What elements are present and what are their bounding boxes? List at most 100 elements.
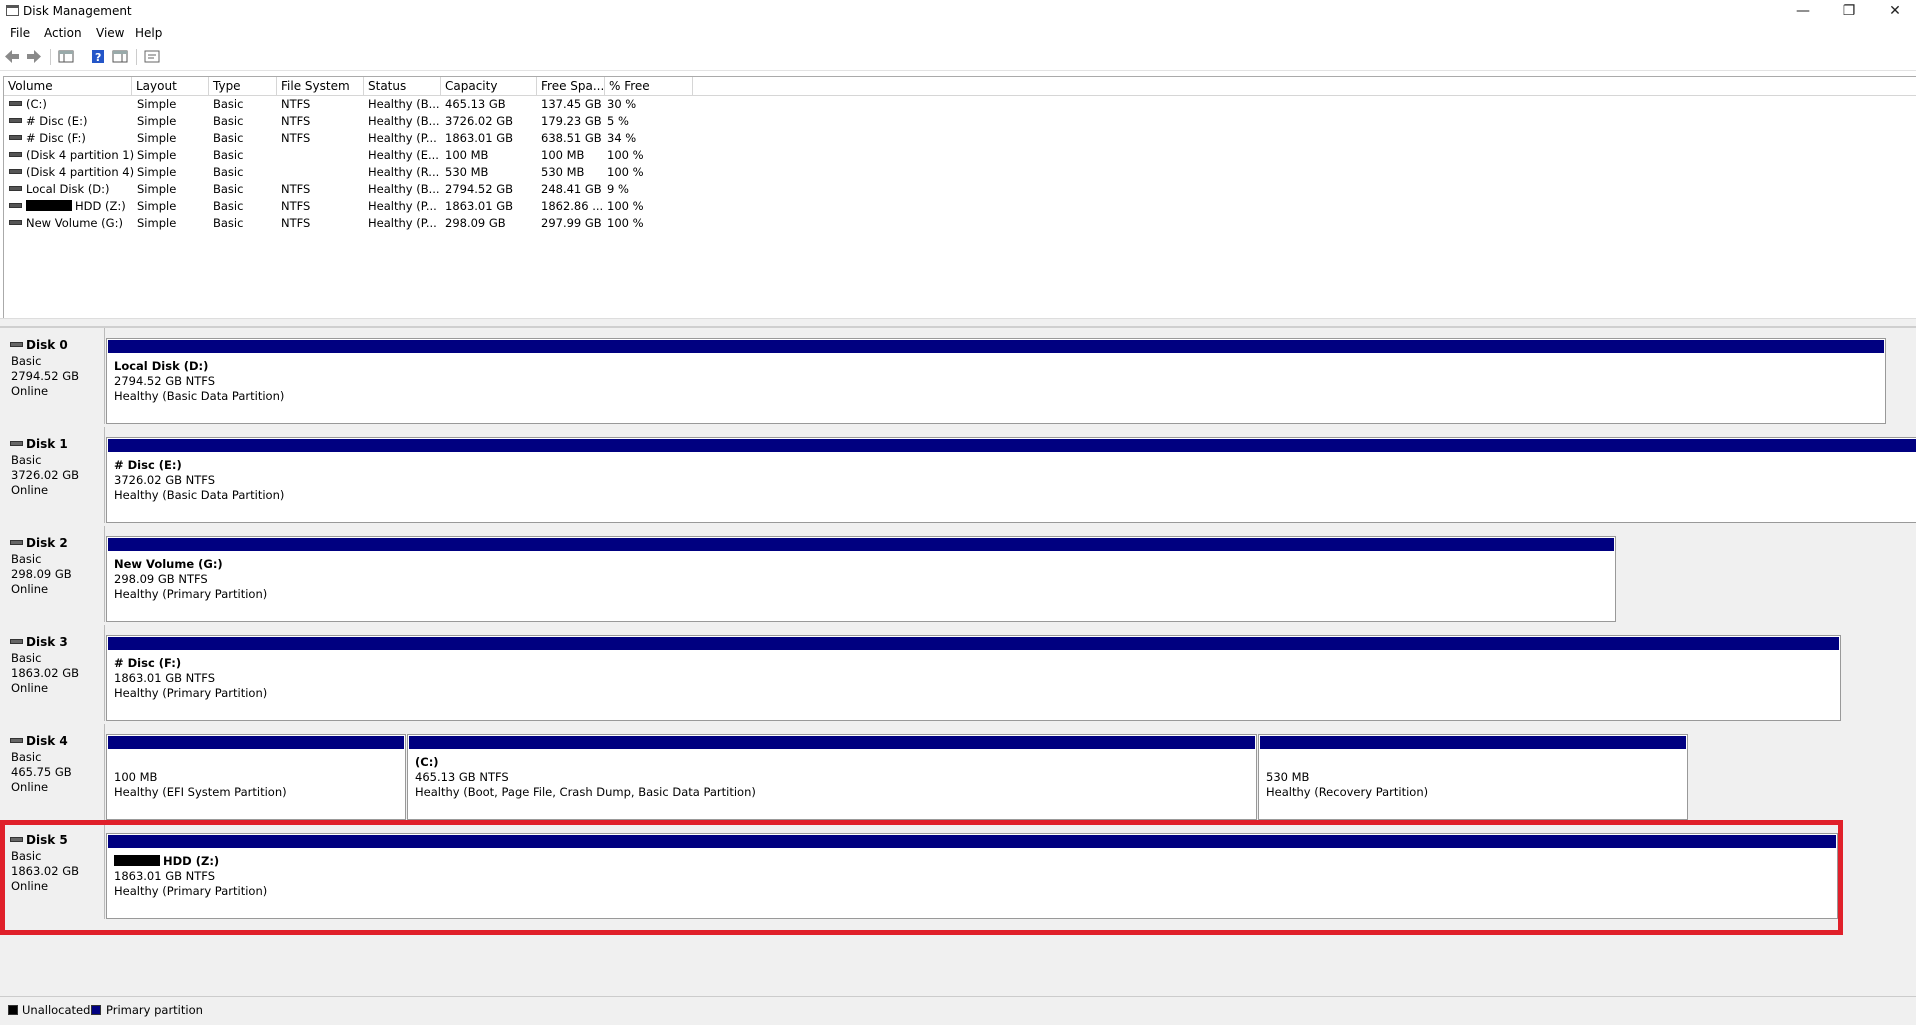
volume-name: (Disk 4 partition 1) bbox=[26, 148, 135, 162]
console-tree-icon[interactable] bbox=[58, 49, 74, 64]
partition-block[interactable]: HDD (Z:) 1863.01 GB NTFS Healthy (Primary … bbox=[106, 833, 1838, 919]
settings-icon[interactable] bbox=[144, 49, 160, 64]
disk-type: Basic bbox=[11, 354, 42, 368]
close-button[interactable]: ✕ bbox=[1872, 0, 1916, 24]
restore-button[interactable]: ❐ bbox=[1826, 0, 1872, 24]
toolbar-separator bbox=[136, 49, 137, 65]
column-status[interactable]: Status bbox=[364, 77, 441, 95]
cell-free-space: 297.99 GB bbox=[541, 216, 602, 230]
cell-file-system: NTFS bbox=[281, 131, 311, 145]
cell-free-space: 179.23 GB bbox=[541, 114, 602, 128]
partition-name-text: Local Disk (D:) bbox=[114, 359, 209, 373]
column-percent-free[interactable]: % Free bbox=[605, 77, 693, 95]
volume-list-scrollbar[interactable] bbox=[0, 318, 1916, 326]
disk-label[interactable]: Disk 2 Basic 298.09 GB Online bbox=[4, 526, 105, 622]
partition-type-bar bbox=[108, 637, 1839, 650]
disk-label[interactable]: Disk 0 Basic 2794.52 GB Online bbox=[4, 328, 105, 424]
disk-type: Basic bbox=[11, 651, 42, 665]
cell-file-system: NTFS bbox=[281, 114, 311, 128]
partition-name-text: # Disc (F:) bbox=[114, 656, 182, 670]
table-row[interactable]: (Disk 4 partition 4) Simple Basic Healthy (… bbox=[4, 164, 1916, 181]
cell-layout: Simple bbox=[137, 114, 177, 128]
disk-name: Disk 0 bbox=[10, 338, 68, 352]
cell-file-system: NTFS bbox=[281, 97, 311, 111]
toolbar-separator bbox=[50, 49, 51, 65]
menu-view[interactable]: View bbox=[96, 26, 124, 40]
disk-type: Basic bbox=[11, 552, 42, 566]
column-type[interactable]: Type bbox=[209, 77, 277, 95]
cell-type: Basic bbox=[213, 165, 244, 179]
table-row[interactable]: Local Disk (D:) Simple Basic NTFS Healthy (B… bbox=[4, 181, 1916, 198]
disk-type: Basic bbox=[11, 750, 42, 764]
disk-row-3: Disk 3 Basic 1863.02 GB Online # Disc (F:) 18… bbox=[4, 625, 1916, 721]
column-free-space[interactable]: Free Spa... bbox=[537, 77, 605, 95]
cell-type: Basic bbox=[213, 148, 244, 162]
volume-name: New Volume (G:) bbox=[26, 216, 123, 230]
disk-label[interactable]: Disk 5 Basic 1863.02 GB Online bbox=[4, 823, 105, 919]
disk-title: Disk 1 bbox=[26, 437, 68, 451]
disk-row-2: Disk 2 Basic 298.09 GB Online New Volume (G:… bbox=[4, 526, 1916, 622]
disk-icon bbox=[10, 540, 23, 545]
volume-icon bbox=[9, 135, 22, 140]
menu-file[interactable]: File bbox=[10, 26, 30, 40]
disk-title: Disk 5 bbox=[26, 833, 68, 847]
disk-name: Disk 3 bbox=[10, 635, 68, 649]
disk-map-area: Disk 0 Basic 2794.52 GB Online Local Disk (D… bbox=[0, 326, 1916, 1000]
forward-icon[interactable] bbox=[26, 49, 42, 64]
disk-title: Disk 3 bbox=[26, 635, 68, 649]
cell-status: Healthy (B... bbox=[368, 114, 440, 128]
help-icon[interactable]: ? bbox=[90, 49, 106, 64]
partition-block[interactable]: 530 MB Healthy (Recovery Partition) bbox=[1258, 734, 1688, 820]
partition-block[interactable]: (C:) 465.13 GB NTFS Healthy (Boot, Page Fi… bbox=[407, 734, 1257, 820]
cell-percent-free: 9 % bbox=[607, 182, 629, 196]
partition-block[interactable]: # Disc (F:) 1863.01 GB NTFS Healthy (Prima… bbox=[106, 635, 1841, 721]
table-row[interactable]: # Disc (F:) Simple Basic NTFS Healthy (P... 1… bbox=[4, 130, 1916, 147]
cell-capacity: 465.13 GB bbox=[445, 97, 506, 111]
partition-block[interactable]: New Volume (G:) 298.09 GB NTFS Healthy (Pr… bbox=[106, 536, 1616, 622]
table-row[interactable]: # Disc (E:) Simple Basic NTFS Healthy (B... 3… bbox=[4, 113, 1916, 130]
volume-icon bbox=[9, 118, 22, 123]
column-layout[interactable]: Layout bbox=[132, 77, 209, 95]
disk-label[interactable]: Disk 1 Basic 3726.02 GB Online bbox=[4, 427, 105, 523]
cell-volume: (C:) bbox=[9, 96, 47, 113]
menu-action[interactable]: Action bbox=[44, 26, 82, 40]
disk-row-5: Disk 5 Basic 1863.02 GB Online HDD (Z:) 1863.… bbox=[4, 823, 1916, 919]
cell-status: Healthy (P... bbox=[368, 199, 437, 213]
svg-text:?: ? bbox=[95, 51, 101, 64]
cell-type: Basic bbox=[213, 199, 244, 213]
title-bar: Disk Management — ❐ ✕ bbox=[0, 0, 1916, 24]
cell-capacity: 530 MB bbox=[445, 165, 489, 179]
partition-block[interactable]: # Disc (E:) 3726.02 GB NTFS Healthy (Basic… bbox=[106, 437, 1916, 523]
table-row[interactable]: (C:) Simple Basic NTFS Healthy (B... 465.13 G… bbox=[4, 96, 1916, 113]
partition-status: Healthy (Boot, Page File, Crash Dump, Ba… bbox=[415, 785, 756, 799]
partition-block[interactable]: Local Disk (D:) 2794.52 GB NTFS Healthy (B… bbox=[106, 338, 1886, 424]
cell-layout: Simple bbox=[137, 182, 177, 196]
partition-block[interactable]: 100 MB Healthy (EFI System Partition) bbox=[106, 734, 406, 820]
volume-list-header: Volume Layout Type File System Status Ca… bbox=[4, 77, 1916, 96]
partition-status: Healthy (EFI System Partition) bbox=[114, 785, 287, 799]
table-row[interactable]: HDD (Z:) Simple Basic NTFS Healthy (P... 1863… bbox=[4, 198, 1916, 215]
legend-unallocated-label: Unallocated bbox=[22, 1003, 91, 1017]
properties-icon[interactable] bbox=[112, 49, 128, 64]
disk-icon bbox=[10, 837, 23, 842]
disk-name: Disk 5 bbox=[10, 833, 68, 847]
disk-state: Online bbox=[11, 681, 49, 695]
disk-label[interactable]: Disk 3 Basic 1863.02 GB Online bbox=[4, 625, 105, 721]
cell-volume: Local Disk (D:) bbox=[9, 181, 110, 198]
column-volume[interactable]: Volume bbox=[4, 77, 132, 95]
disk-type: Basic bbox=[11, 453, 42, 467]
legend-unallocated-swatch bbox=[8, 1005, 18, 1015]
table-row[interactable]: (Disk 4 partition 1) Simple Basic Healthy (… bbox=[4, 147, 1916, 164]
disk-type: Basic bbox=[11, 849, 42, 863]
cell-capacity: 3726.02 GB bbox=[445, 114, 514, 128]
back-icon[interactable] bbox=[4, 49, 20, 64]
column-capacity[interactable]: Capacity bbox=[441, 77, 537, 95]
menu-help[interactable]: Help bbox=[135, 26, 162, 40]
disk-label[interactable]: Disk 4 Basic 465.75 GB Online bbox=[4, 724, 105, 820]
minimize-button[interactable]: — bbox=[1780, 0, 1826, 24]
column-file-system[interactable]: File System bbox=[277, 77, 364, 95]
partition-name-text: New Volume (G:) bbox=[114, 557, 223, 571]
cell-percent-free: 100 % bbox=[607, 216, 644, 230]
table-row[interactable]: New Volume (G:) Simple Basic NTFS Healthy (P… bbox=[4, 215, 1916, 232]
disk-state: Online bbox=[11, 384, 49, 398]
